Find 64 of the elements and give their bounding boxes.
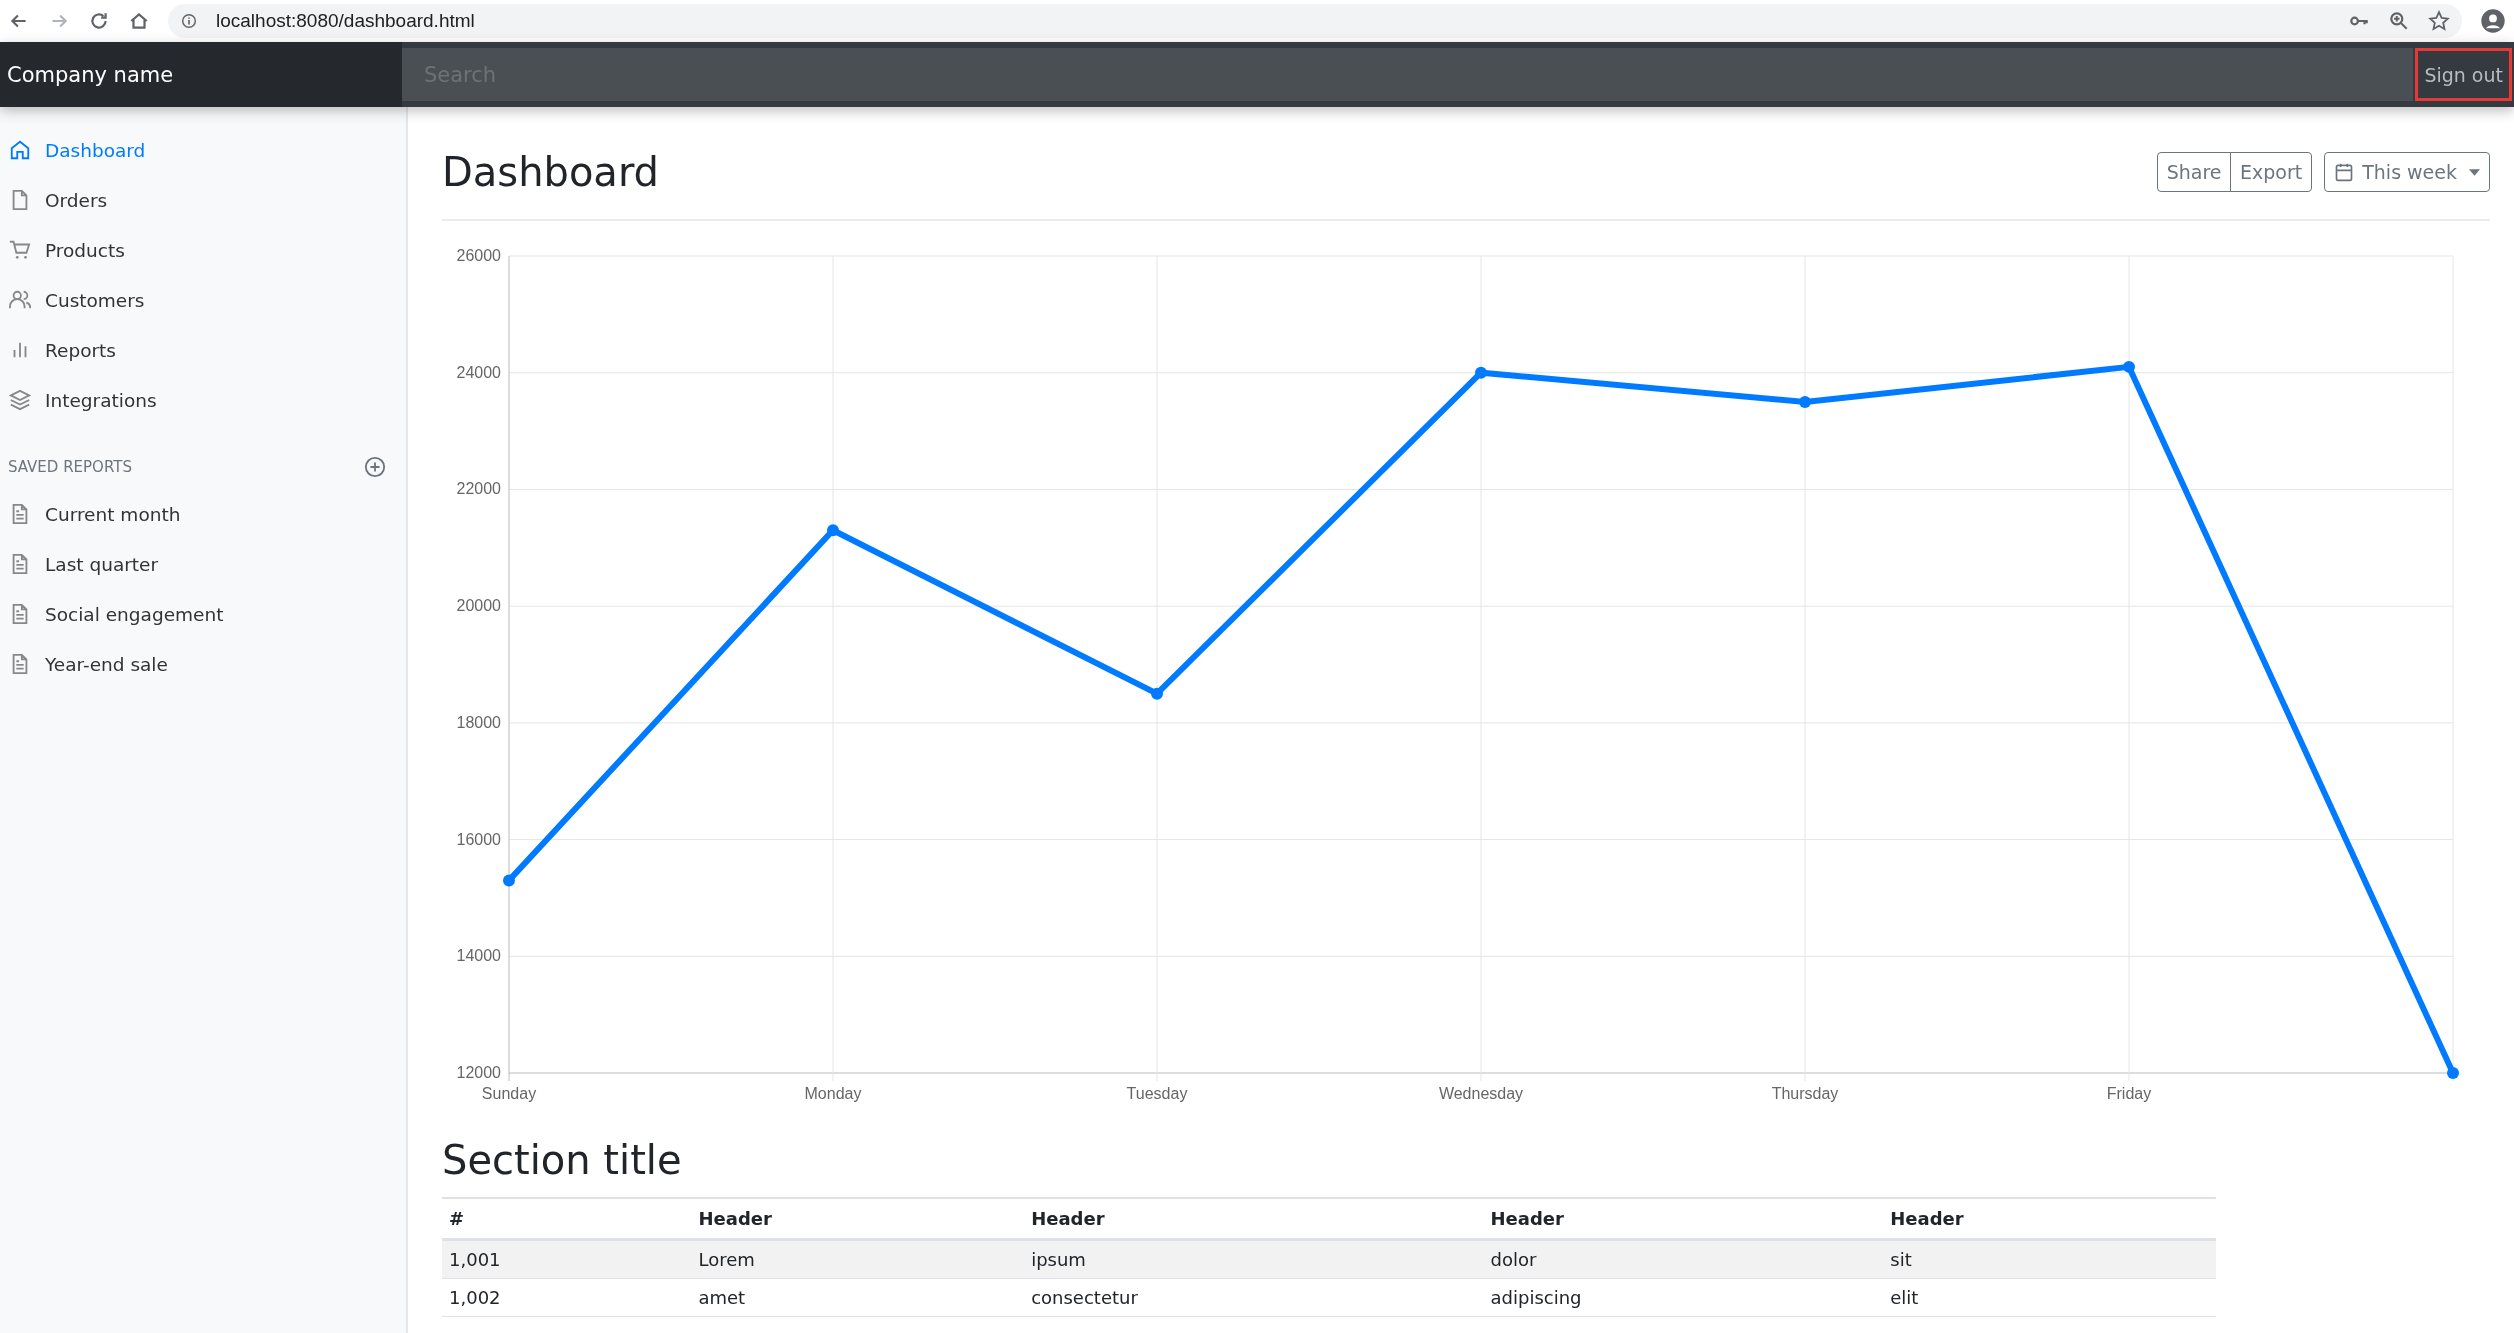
star-icon[interactable] <box>2428 10 2450 32</box>
x-axis-label: Monday <box>804 1085 862 1102</box>
data-point <box>1151 687 1163 700</box>
sidebar-item[interactable]: Customers <box>0 275 406 325</box>
home-icon[interactable] <box>128 10 150 32</box>
table-cell: elit <box>1883 1278 2216 1317</box>
y-axis-label: 26000 <box>456 247 501 264</box>
y-axis-label: 24000 <box>456 363 501 381</box>
layers-icon <box>9 389 31 411</box>
table-cell: amet <box>691 1278 1025 1317</box>
sidebar-item[interactable]: Dashboard <box>0 125 406 175</box>
data-point <box>2123 360 2135 373</box>
table-cell: ipsum <box>1024 1239 1484 1279</box>
saved-report-item[interactable]: Last quarter <box>0 539 406 589</box>
toolbar-button[interactable]: Export <box>2230 152 2313 192</box>
users-icon <box>9 289 31 311</box>
x-axis-label: Wednesday <box>1438 1085 1524 1102</box>
home-icon <box>9 139 31 161</box>
page-title: Dashboard <box>442 149 659 195</box>
x-axis-label: Sunday <box>481 1085 537 1102</box>
y-axis-label: 16000 <box>456 830 501 848</box>
x-axis-label: Tuesday <box>1126 1085 1188 1102</box>
sidebar-item[interactable]: Products <box>0 225 406 275</box>
calendar-icon <box>2334 162 2355 182</box>
address-bar[interactable]: localhost:8080/dashboard.html <box>168 4 2462 38</box>
table-cell: Lorem <box>691 1239 1025 1279</box>
data-point <box>1475 366 1487 379</box>
table-cell: adipiscing <box>1483 1278 1884 1317</box>
table-cell: 1,002 <box>442 1278 692 1317</box>
x-axis-label: Thursday <box>1771 1085 1839 1102</box>
y-axis-label: 22000 <box>456 480 501 498</box>
zoom-icon[interactable] <box>2388 10 2410 32</box>
sidebar-item[interactable]: Orders <box>0 175 406 225</box>
date-range-dropdown[interactable]: This week <box>2324 152 2490 192</box>
data-point <box>503 874 515 887</box>
add-circle-icon[interactable] <box>364 456 386 478</box>
saved-report-item[interactable]: Year-end sale <box>0 639 406 689</box>
caret-icon <box>2469 168 2480 176</box>
data-point <box>827 524 839 537</box>
data-point <box>2447 1067 2459 1079</box>
sign-out-link[interactable]: Sign out <box>2415 48 2512 101</box>
y-axis-label: 20000 <box>456 597 501 615</box>
profile-icon[interactable] <box>2480 8 2506 34</box>
brand-name[interactable]: Company name <box>0 42 402 107</box>
url-text: localhost:8080/dashboard.html <box>216 10 475 32</box>
y-axis-label: 18000 <box>456 713 501 731</box>
table-cell: 1,001 <box>442 1239 692 1279</box>
section-title: Section title <box>442 1137 683 1183</box>
table-cell: dolor <box>1483 1239 1884 1279</box>
saved-report-item[interactable]: Current month <box>0 489 406 539</box>
saved-reports-heading: SAVED REPORTS <box>8 458 132 476</box>
y-axis-label: 14000 <box>456 947 501 965</box>
table-cell: consectetur <box>1024 1278 1484 1317</box>
y-axis-label: 12000 <box>456 1064 501 1081</box>
table-cell: sit <box>1883 1239 2216 1279</box>
sidebar-item[interactable]: Reports <box>0 325 406 375</box>
reload-icon[interactable] <box>88 10 110 32</box>
toolbar-button[interactable]: Share <box>2156 152 2232 192</box>
info-icon[interactable] <box>180 12 198 30</box>
cart-icon <box>9 239 31 261</box>
sidebar-item[interactable]: Integrations <box>0 375 406 425</box>
x-axis-label: Friday <box>2106 1085 2152 1102</box>
saved-report-item[interactable]: Social engagement <box>0 589 406 639</box>
data-point <box>1799 395 1811 408</box>
